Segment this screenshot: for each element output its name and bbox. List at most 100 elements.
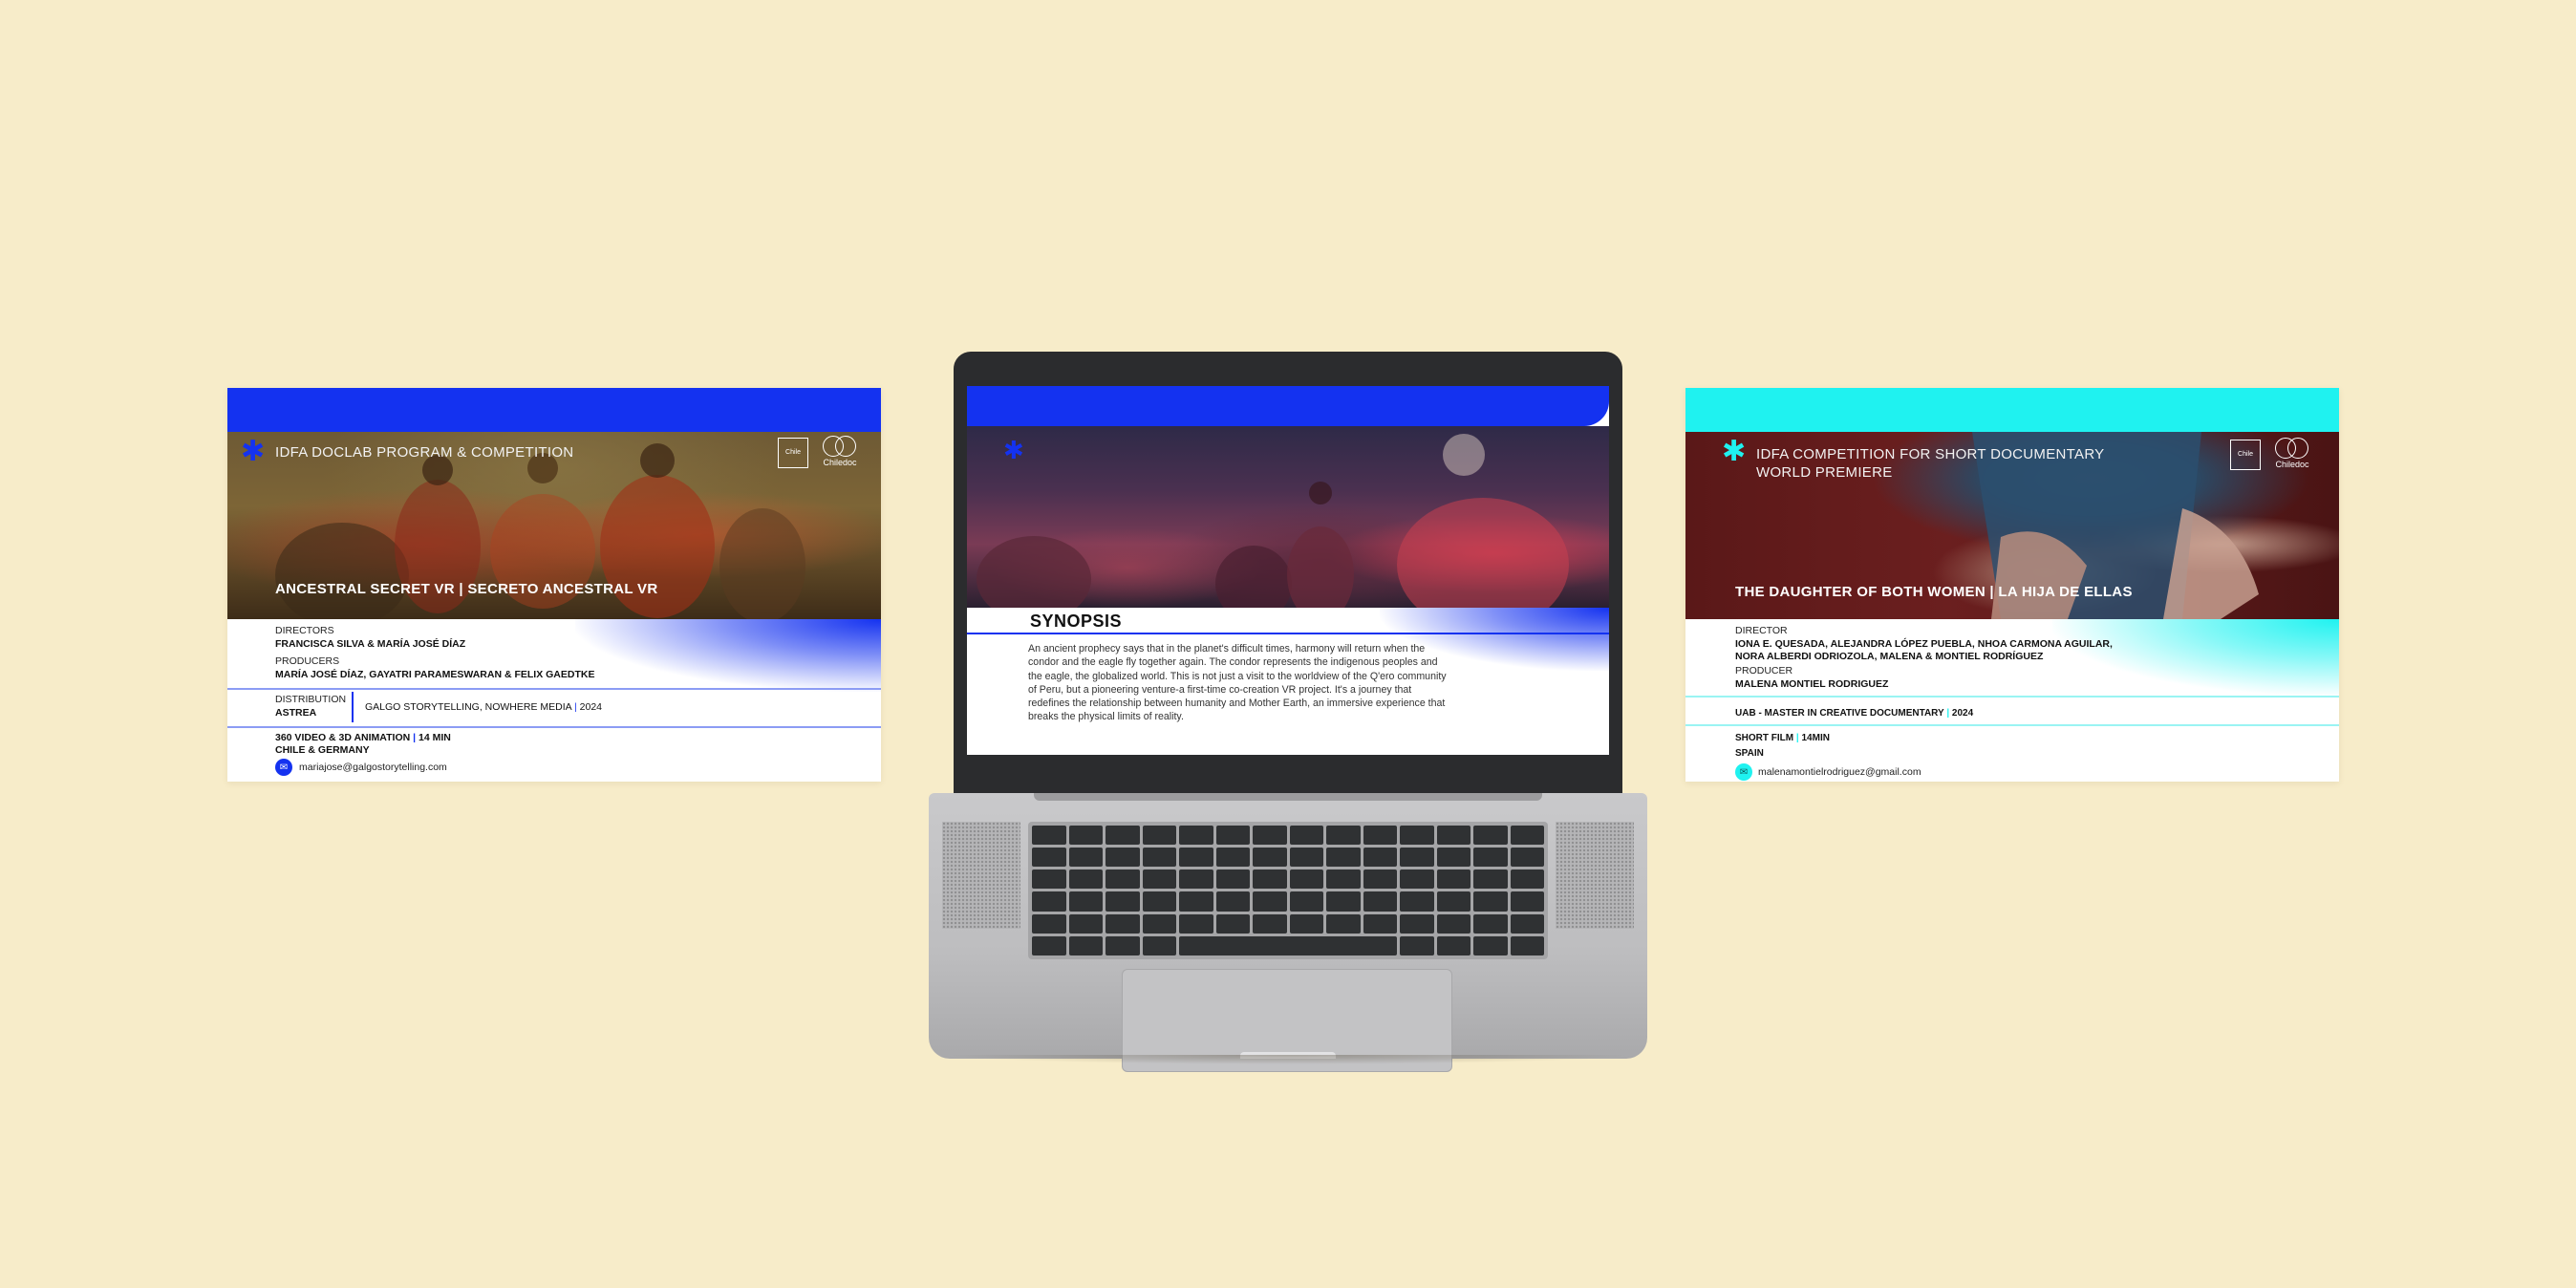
key [1106,826,1140,846]
synopsis-title: SYNOPSIS [1030,612,1123,631]
key [1400,826,1434,846]
asterisk-star-icon: ✱ [1722,435,1747,468]
producer-label: PRODUCER [1735,665,1793,676]
film-title: ANCESTRAL SECRET VR | SECRETO ANCESTRAL … [275,581,658,597]
key [1289,848,1323,868]
laptop-base [929,793,1647,1072]
key [1510,935,1544,955]
laptop-screen: ✱ SYNOPSIS An ancient prophecy says that… [967,386,1609,755]
synopsis-divider [967,633,1609,634]
vertical-divider [352,692,354,722]
key [1363,848,1397,868]
format-duration: SHORT FILM | 14MIN [1735,733,1830,743]
key [1436,913,1470,934]
key [1106,869,1140,890]
directors-label: DIRECTORS [275,625,334,636]
key [1068,891,1103,912]
key [1510,826,1544,846]
key [1032,913,1066,934]
program-name: IDFA DOCLAB PROGRAM & COMPETITION [275,444,574,461]
chiledoc-logo-icon: Chiledoc [822,436,858,470]
key [1436,848,1470,868]
divider [227,688,881,690]
key [1289,891,1323,912]
distribution-value: ASTREA [275,707,317,719]
people-silhouettes [977,434,1569,608]
key [1436,935,1470,955]
asterisk-star-icon: ✱ [241,435,266,468]
key [1068,935,1103,955]
film-title: THE DAUGHTER OF BOTH WOMEN | LA HIJA DE … [1735,584,2133,600]
key [1473,935,1508,955]
laptop-hinge [1034,793,1542,801]
chile-logo-icon: Chile [778,438,808,468]
key [1253,869,1287,890]
email-link[interactable]: mariajose@galgostorytelling.com [299,762,447,774]
key [1253,826,1287,846]
key [1068,913,1103,934]
film-still-photo [967,426,1609,608]
key [1106,913,1140,934]
key [1142,891,1176,912]
email-icon: ✉ [1735,763,1752,781]
country: CHILE & GERMANY [275,744,370,756]
email-icon: ✉ [275,759,292,776]
left-film-card: ✱ IDFA DOCLAB PROGRAM & COMPETITION Chil… [227,388,881,782]
key [1179,869,1213,890]
key [1142,826,1176,846]
key [1068,848,1103,868]
key [1106,891,1140,912]
key [1436,869,1470,890]
directors-value: FRANCISCA SILVA & MARÍA JOSÉ DÍAZ [275,638,466,650]
key [1215,826,1250,846]
production-companies: GALGO STORYTELLING, NOWHERE MEDIA | 2024 [365,701,603,713]
producers-value: MARÍA JOSÉ DÍAZ, GAYATRI PARAMESWARAN & … [275,669,595,680]
divider [1685,724,2339,726]
key [1326,891,1361,912]
key [1363,891,1397,912]
country: SPAIN [1735,748,1764,759]
key [1032,935,1066,955]
laptop-shadow [946,1055,1630,1064]
key [1253,913,1287,934]
key [1289,826,1323,846]
card-top-bar [1685,388,2339,432]
key [1032,826,1066,846]
chiledoc-logo-icon: Chiledoc [2274,438,2310,472]
screen-top-bar [967,386,1609,426]
key [1068,869,1103,890]
key [1215,869,1250,890]
key [1106,848,1140,868]
key [1436,891,1470,912]
director-value-line1: IONA E. QUESADA, ALEJANDRA LÓPEZ PUEBLA,… [1735,638,2113,650]
synopsis-text: An ancient prophecy says that in the pla… [1028,643,1447,723]
key [1326,913,1361,934]
key [1400,935,1434,955]
key [1326,869,1361,890]
key [1363,826,1397,846]
key [1032,891,1066,912]
key [1142,869,1176,890]
laptop-bezel [967,755,1609,793]
key [1142,913,1176,934]
director-value-line2: NORA ALBERDI ODRIOZOLA, MALENA & MONTIEL… [1735,651,2044,662]
key [1068,826,1103,846]
key [1032,869,1066,890]
email-link[interactable]: malenamontielrodriguez@gmail.com [1758,766,1921,779]
key [1253,848,1287,868]
credits-section: DIRECTORS FRANCISCA SILVA & MARÍA JOSÉ D… [227,619,881,782]
key [1473,826,1508,846]
key [1473,913,1508,934]
key [1510,891,1544,912]
speaker-grille-left [942,822,1020,929]
school-year: UAB - MASTER IN CREATIVE DOCUMENTARY | 2… [1735,708,1974,719]
producers-label: PRODUCERS [275,655,340,667]
key [1215,891,1250,912]
keyboard [1028,822,1548,959]
key [1289,869,1323,890]
key [1400,848,1434,868]
card-top-bar [227,388,881,432]
key [1215,913,1250,934]
key [1179,826,1213,846]
chile-logo-icon: Chile [2230,440,2261,470]
